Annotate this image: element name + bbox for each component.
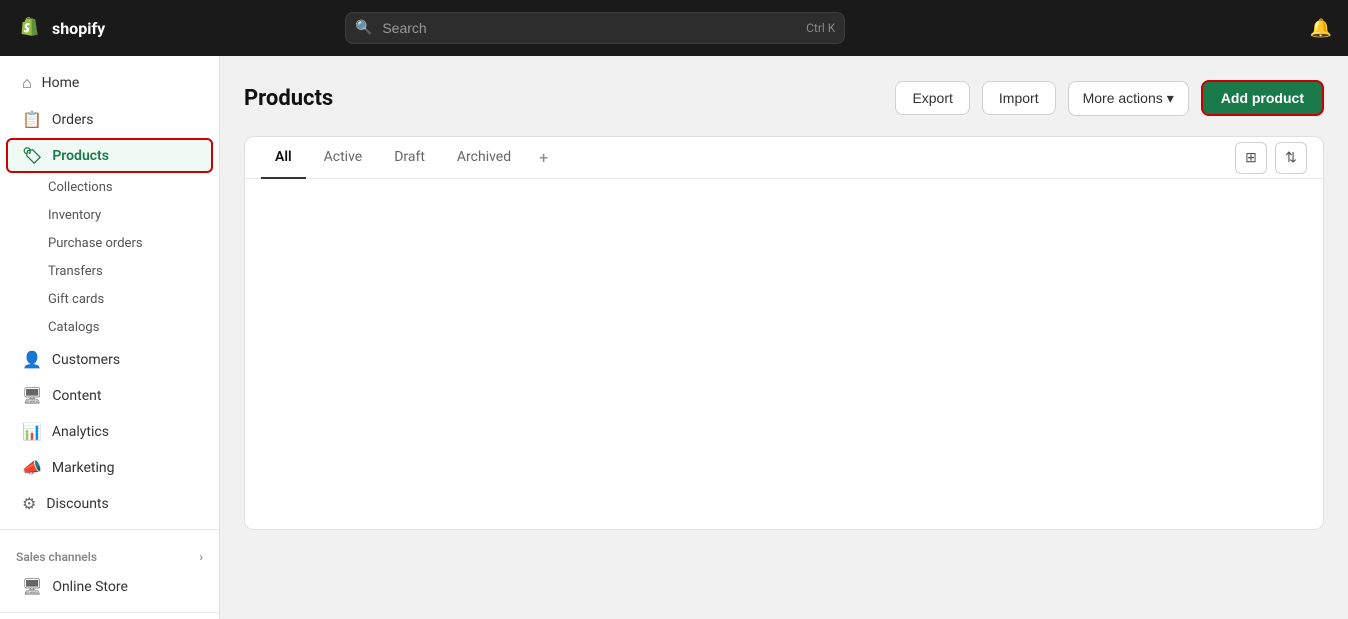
export-button[interactable]: Export [895,81,969,115]
layout: ⌂ Home 📋 Orders 🏷 Products Collections I… [0,56,1348,619]
sidebar-item-orders-label: Orders [52,112,94,128]
sidebar-item-home-label: Home [42,75,80,91]
sidebar-sub-item-purchase-orders-label: Purchase orders [48,236,143,251]
sidebar-sub-item-catalogs[interactable]: Catalogs [6,314,213,341]
sidebar-divider-1 [0,529,219,530]
sidebar-sub-item-catalogs-label: Catalogs [48,320,99,335]
sidebar-item-content-label: Content [52,388,101,404]
sidebar-item-orders[interactable]: 📋 Orders [6,102,213,137]
sidebar-sub-item-gift-cards[interactable]: Gift cards [6,286,213,313]
search-icon: 🔍 [355,20,372,36]
products-icon: 🏷 [22,146,42,165]
sidebar-sub-item-collections-label: Collections [48,180,113,195]
topbar-right: 🔔 [1310,18,1332,39]
products-list-body [245,179,1323,529]
search-filter-icon: ⊞ [1245,149,1257,166]
online-store-icon: 🖥 [22,577,42,596]
tabs-right-actions: ⊞ ⇅ [1235,142,1307,174]
sidebar-item-customers-label: Customers [52,352,120,368]
sidebar-sub-item-transfers-label: Transfers [48,264,103,279]
page-header: Products Export Import More actions ▾ Ad… [244,80,1324,116]
analytics-icon: 📊 [22,422,42,441]
shopify-logo-icon [16,14,44,42]
products-content-card: All Active Draft Archived + ⊞ ⇅ [244,136,1324,530]
sidebar-sub-item-inventory[interactable]: Inventory [6,202,213,229]
sort-button[interactable]: ⇅ [1275,142,1307,174]
sidebar-sub-item-collections[interactable]: Collections [6,174,213,201]
home-icon: ⌂ [22,73,32,93]
marketing-icon: 📣 [22,458,42,477]
sidebar-item-analytics-label: Analytics [52,424,109,440]
sort-icon: ⇅ [1285,149,1297,166]
sales-channels-chevron-icon: › [199,550,203,564]
sidebar-sub-item-transfers[interactable]: Transfers [6,258,213,285]
search-bar: 🔍 Ctrl K [345,12,845,44]
tabs-bar: All Active Draft Archived + ⊞ ⇅ [245,137,1323,179]
bell-icon[interactable]: 🔔 [1310,18,1332,39]
tab-all[interactable]: All [261,137,306,179]
sidebar-sub-item-purchase-orders[interactable]: Purchase orders [6,230,213,257]
sidebar-sub-item-gift-cards-label: Gift cards [48,292,104,307]
search-filter-button[interactable]: ⊞ [1235,142,1267,174]
search-shortcut: Ctrl K [806,21,835,35]
orders-icon: 📋 [22,110,42,129]
more-actions-chevron-icon: ▾ [1167,90,1174,107]
customers-icon: 👤 [22,350,42,369]
sidebar-item-marketing-label: Marketing [52,460,115,476]
more-actions-label: More actions [1083,90,1163,106]
more-actions-button[interactable]: More actions ▾ [1068,81,1189,116]
tab-draft[interactable]: Draft [380,137,439,179]
discounts-icon: ⚙ [22,494,36,513]
search-input[interactable] [345,12,845,44]
tab-archived[interactable]: Archived [443,137,525,179]
sidebar-item-products-label: Products [52,148,109,164]
sidebar-item-discounts[interactable]: ⚙ Discounts [6,486,213,521]
page-title: Products [244,86,333,111]
sidebar-sub-item-inventory-label: Inventory [48,208,101,223]
add-product-button[interactable]: Add product [1201,80,1324,116]
sidebar-item-customers[interactable]: 👤 Customers [6,342,213,377]
sidebar-item-marketing[interactable]: 📣 Marketing [6,450,213,485]
topbar: shopify 🔍 Ctrl K 🔔 [0,0,1348,56]
header-actions: Export Import More actions ▾ Add product [895,80,1324,116]
sidebar-item-content[interactable]: 🖥 Content [6,378,213,413]
import-button[interactable]: Import [982,81,1056,115]
sidebar: ⌂ Home 📋 Orders 🏷 Products Collections I… [0,56,220,619]
sales-channels-label: Sales channels [16,550,97,564]
sidebar-divider-2 [0,612,219,613]
main-content: Products Export Import More actions ▾ Ad… [220,56,1348,619]
sidebar-item-online-store-label: Online Store [52,579,128,595]
sidebar-item-discounts-label: Discounts [46,496,108,512]
sidebar-item-products[interactable]: 🏷 Products [6,138,213,173]
content-icon: 🖥 [22,386,42,405]
sidebar-item-analytics[interactable]: 📊 Analytics [6,414,213,449]
logo: shopify [16,14,105,42]
logo-text: shopify [52,19,105,38]
sidebar-item-online-store[interactable]: 🖥 Online Store [6,569,213,604]
sidebar-item-home[interactable]: ⌂ Home [6,65,213,101]
tab-active[interactable]: Active [310,137,377,179]
sales-channels-section[interactable]: Sales channels › [0,538,219,568]
tab-add-button[interactable]: + [529,140,558,175]
